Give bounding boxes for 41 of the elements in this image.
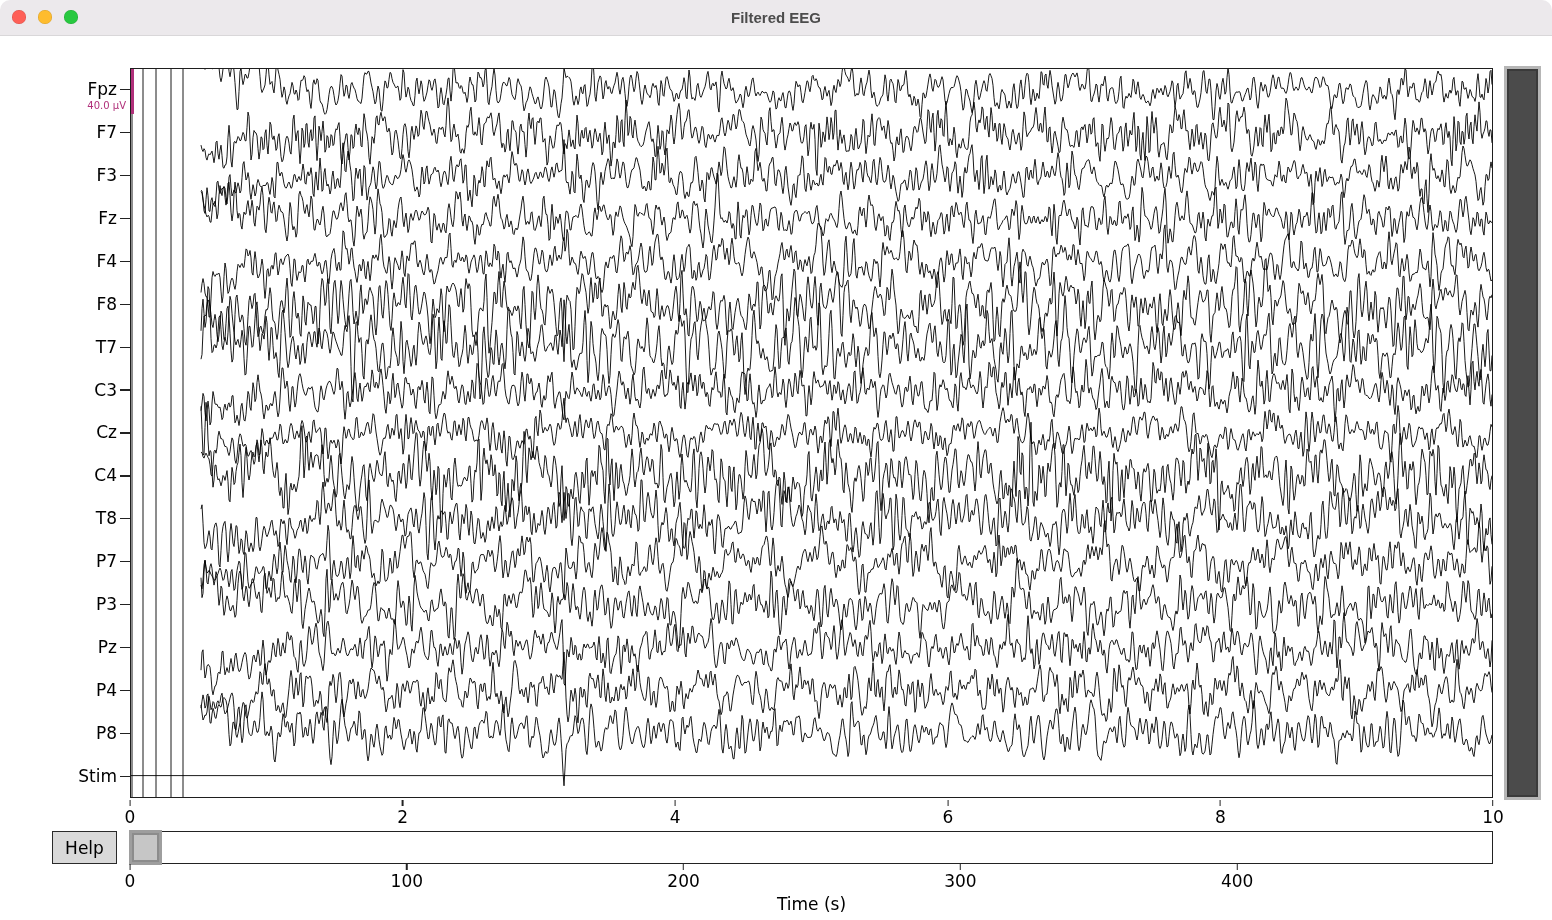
time-window-handle[interactable] (129, 830, 162, 865)
tick-label: 8 (1215, 809, 1226, 826)
tick-label: 0 (124, 809, 136, 826)
channel-label: P8 (95, 725, 117, 743)
channel-label: Cz (96, 424, 117, 442)
tick-label: 0 (124, 873, 136, 890)
tick-label: 200 (667, 873, 700, 890)
scale-label: 40.0 µV (87, 101, 126, 112)
channel-label: F4 (96, 252, 117, 270)
channel-label: C4 (94, 467, 117, 485)
channel-label: Stim (78, 768, 117, 785)
channel-label: P4 (95, 682, 117, 700)
channel-label: Fpz (87, 80, 117, 98)
channel-label: C3 (94, 381, 117, 399)
close-button[interactable] (12, 10, 26, 24)
time-navigator[interactable] (130, 831, 1493, 864)
tick-label: 4 (669, 809, 681, 826)
scale-bar (131, 69, 134, 114)
tick-label: 400 (1220, 873, 1254, 890)
axis-tick (402, 800, 404, 806)
channel-scrollbar[interactable] (1504, 66, 1541, 800)
channel-label: P3 (95, 596, 117, 614)
tick-label: 6 (942, 809, 954, 826)
channel-label: F3 (96, 166, 117, 184)
minimize-button[interactable] (38, 10, 52, 24)
channel-label: Pz (97, 639, 117, 657)
tick-label: 2 (397, 809, 408, 826)
help-button[interactable]: Help (52, 831, 117, 864)
channel-label: T7 (95, 338, 117, 356)
tick-label: 100 (390, 873, 423, 890)
window-title: Filtered EEG (731, 9, 821, 26)
maximize-button[interactable] (64, 10, 78, 24)
channel-label: Fz (98, 209, 117, 227)
axis-tick (406, 864, 408, 870)
channel-label: F7 (96, 123, 117, 141)
tick-label: 300 (944, 873, 977, 890)
axis-title: Time (s) (776, 896, 847, 913)
channel-label: F8 (96, 295, 117, 313)
channel-label: T8 (95, 510, 117, 528)
channel-label: P7 (95, 553, 117, 571)
tick-label: 10 (1482, 809, 1504, 826)
